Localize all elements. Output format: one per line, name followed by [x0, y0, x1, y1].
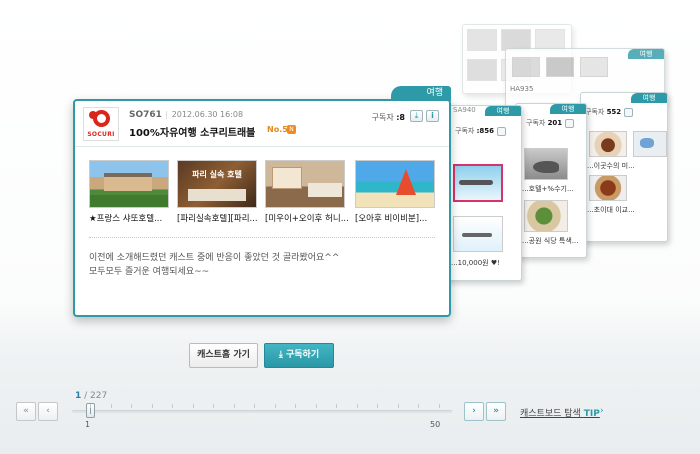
- next-page-button[interactable]: ›: [464, 402, 484, 421]
- download-icon: ⤓: [278, 350, 283, 360]
- post-image-paris-hotel[interactable]: 파리 실속 호텔: [177, 160, 257, 208]
- cast-home-button[interactable]: 캐스트홈 가기: [189, 343, 258, 368]
- slider-tick: [438, 404, 440, 408]
- castboard-tip-link[interactable]: 캐스트보드 탐색 TIP: [520, 406, 600, 419]
- slider-tick: [233, 404, 235, 408]
- cast-description: 이전에 소개해드렸던 캐스트 중에 반응이 좋았던 것 골라봤어요^^ 모두모두…: [89, 251, 339, 279]
- cast-id: SO761: [129, 110, 162, 120]
- post-caption[interactable]: [오아후 비이비분]...: [355, 212, 439, 224]
- download-icon[interactable]: [624, 107, 634, 117]
- rss-icon: N: [287, 125, 296, 134]
- page-slider-track[interactable]: [72, 410, 452, 413]
- post-image-beach[interactable]: [355, 160, 435, 208]
- card-code: HA935: [510, 85, 534, 93]
- post-caption: ...호텔+%수기...: [522, 185, 574, 193]
- slider-tick: [274, 404, 276, 408]
- last-page-button[interactable]: »: [486, 402, 506, 421]
- card-code: SA940: [453, 106, 476, 114]
- airline-ad-thumbnail: [453, 164, 503, 202]
- slider-tick: [397, 404, 399, 408]
- food-thumbnail: [589, 175, 627, 201]
- thumbnail: [580, 57, 608, 77]
- category-tab: 여행: [391, 86, 451, 101]
- post-caption: ...10,000원 ♥!: [451, 259, 500, 267]
- download-icon[interactable]: [565, 118, 575, 128]
- total-pages: / 227: [84, 391, 108, 401]
- post-caption: ...공원 식당 특색...: [522, 237, 579, 245]
- post-caption[interactable]: ★프랑스 샤또호텔...: [89, 212, 173, 224]
- category-tab: 여행: [485, 106, 521, 116]
- slider-tick: [315, 404, 317, 408]
- current-page: 1: [75, 391, 82, 401]
- subscribe-button[interactable]: ⤓ 구독하기: [264, 343, 334, 368]
- animal-thumbnail: [524, 148, 568, 180]
- cast-title[interactable]: 100%자유여행 소쿠리트래블: [129, 124, 255, 139]
- stack-card-3[interactable]: 여행 구독자 552 ...이곳수의 미... ...초이대 이교...: [580, 92, 668, 242]
- stack-card-2[interactable]: 여행 구독자 201 ...호텔+%수기... ...공원 식당 특색...: [515, 103, 587, 258]
- prev-page-button[interactable]: ‹: [38, 402, 58, 421]
- airline-ad-thumbnail: [453, 216, 503, 252]
- info-icon[interactable]: i: [426, 110, 439, 122]
- download-icon[interactable]: [497, 126, 507, 136]
- divider: [75, 146, 449, 147]
- slider-tick: [192, 404, 194, 408]
- subscriber-count: 구독자 :8: [371, 113, 405, 122]
- food-thumbnail: [589, 131, 627, 157]
- slider-tick: [254, 404, 255, 408]
- slider-tick: [377, 404, 378, 408]
- slider-tick: [336, 404, 337, 408]
- slider-min-label: 1: [85, 420, 91, 429]
- thumbnail: [467, 29, 497, 51]
- logo-wordmark: SOCURI: [87, 131, 115, 138]
- post-caption[interactable]: [파리실속호텔][파리...: [177, 212, 261, 224]
- logo-dot: [89, 111, 97, 119]
- page-indicator: 1 / 227: [75, 391, 107, 401]
- post-caption: ...초이대 이교...: [587, 206, 635, 214]
- subscriber-count: 구독자 201: [526, 118, 575, 128]
- tip-word: TIP: [583, 409, 600, 419]
- post-image-chateau[interactable]: [89, 160, 169, 208]
- post-caption: ...이곳수의 미...: [587, 162, 635, 170]
- slider-tick: [110, 404, 112, 408]
- thumbnail: [467, 59, 497, 81]
- thumbnail: [546, 57, 574, 77]
- main-cast-card[interactable]: 여행 SOCURI SO761 2012.06.30 16:08 100%자유여…: [73, 86, 451, 317]
- slider-tick: [90, 404, 91, 408]
- image-overlay-text: 파리 실속 호텔: [192, 170, 242, 179]
- food-thumbnail: [524, 200, 568, 232]
- chevron-right-icon: ›: [600, 406, 604, 416]
- dotted-divider: [89, 237, 435, 238]
- channel-logo[interactable]: SOCURI: [83, 107, 119, 141]
- category-tab: 여행: [628, 49, 664, 59]
- stack-card-1[interactable]: 여행 SA940 구독자 :856 ...10,000원 ♥!: [440, 105, 522, 281]
- thumbnail: [512, 57, 540, 77]
- slider-tick: [356, 404, 358, 408]
- first-page-button[interactable]: «: [16, 402, 36, 421]
- download-icon[interactable]: ⤓: [410, 110, 423, 122]
- post-caption[interactable]: [미우이+오이후 허니...: [265, 212, 349, 224]
- slider-tick: [418, 404, 419, 408]
- subscribe-label: 구독하기: [286, 350, 320, 360]
- description-line: 이전에 소개해드렸던 캐스트 중에 반응이 좋았던 것 골라봤어요^^: [89, 253, 340, 263]
- category-tab: 여행: [631, 93, 667, 103]
- slider-max-label: 50: [430, 420, 441, 429]
- slider-tick: [172, 404, 173, 408]
- floor-gradient: [0, 300, 700, 454]
- tip-text: 캐스트보드 탐색: [520, 409, 581, 419]
- slider-tick: [213, 404, 214, 408]
- slider-tick: [295, 404, 296, 408]
- rank-badge: No.5: [267, 125, 288, 134]
- map-thumbnail: [633, 131, 667, 157]
- subscriber-count: 구독자 552: [585, 107, 634, 117]
- cast-date: 2012.06.30 16:08: [165, 110, 243, 119]
- post-image-hotel-room[interactable]: [265, 160, 345, 208]
- description-line: 모두모두 즐거운 여행되세요~~: [89, 267, 210, 277]
- slider-tick: [151, 404, 153, 408]
- subscriber-count: 구독자 :856: [455, 126, 507, 136]
- slider-tick: [131, 404, 132, 408]
- category-tab: 여행: [550, 104, 586, 114]
